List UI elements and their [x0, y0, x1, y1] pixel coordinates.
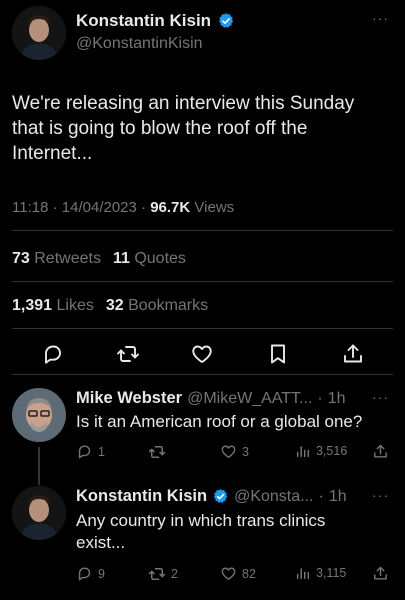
reply-tweet[interactable]: Konstantin Kisin @Konsta... · 1h ··· Any…	[0, 485, 405, 600]
meta-separator: ·	[141, 199, 147, 216]
meta-separator: ·	[52, 199, 58, 216]
likes-count: 1,391	[12, 297, 53, 314]
author-handle[interactable]: @KonstantinKisin	[76, 35, 203, 53]
reply-separator: ·	[318, 487, 324, 505]
views-button[interactable]: 3,516	[295, 443, 347, 459]
retweets-count: 73	[12, 250, 30, 267]
like-icon	[220, 443, 237, 460]
like-button[interactable]: 3	[220, 443, 249, 460]
reply-count: 1	[98, 444, 105, 459]
retweet-icon	[148, 565, 166, 583]
quotes-label: Quotes	[134, 250, 186, 267]
reply-icon	[76, 443, 93, 460]
reply-author-name[interactable]: Konstantin Kisin	[76, 487, 207, 506]
main-tweet: Konstantin Kisin @KonstantinKisin ··· We…	[0, 0, 405, 375]
reply-icon	[76, 565, 93, 582]
reply-action-bar: 9 2 82 3,115	[76, 565, 396, 585]
divider	[12, 230, 393, 231]
like-count: 82	[242, 566, 256, 581]
verified-badge-icon	[217, 12, 235, 30]
quotes-count: 11	[112, 250, 130, 267]
author-avatar[interactable]	[12, 6, 66, 60]
reply-author-handle[interactable]: @Konsta...	[234, 488, 313, 506]
share-icon	[372, 565, 389, 582]
bookmark-icon[interactable]	[266, 342, 290, 366]
tweet-date: 14/04/2023	[61, 199, 137, 216]
retweet-icon[interactable]	[116, 342, 140, 366]
share-button[interactable]	[372, 443, 389, 460]
reply-time[interactable]: 1h	[329, 488, 347, 506]
reply-text: Is it an American roof or a global one?	[76, 412, 363, 431]
reply-author-handle[interactable]: @MikeW_AATT...	[187, 390, 312, 408]
reply-author-avatar[interactable]	[12, 486, 66, 540]
reply-button[interactable]: 1	[76, 443, 105, 460]
reply-icon[interactable]	[41, 342, 65, 366]
tweet-action-bar	[0, 342, 405, 368]
quotes-stat[interactable]: 11 Quotes	[113, 250, 186, 268]
view-count: 3,516	[316, 444, 348, 458]
reply-tweet[interactable]: Mike Webster @MikeW_AATT... · 1h ··· Is …	[0, 375, 405, 485]
thread-line	[38, 447, 40, 485]
share-button[interactable]	[372, 565, 389, 582]
reply-count: 9	[98, 566, 105, 581]
reply-author-name[interactable]: Mike Webster	[76, 389, 182, 408]
retweet-count: 2	[171, 567, 178, 581]
views-button[interactable]: 3,115	[295, 565, 346, 581]
bookmarks-label: Bookmarks	[128, 297, 209, 314]
reply-button[interactable]: 9	[76, 565, 105, 582]
like-button[interactable]: 82	[220, 565, 256, 582]
bookmarks-stat[interactable]: 32 Bookmarks	[106, 297, 208, 315]
views-label: Views	[194, 199, 235, 216]
reply-time[interactable]: 1h	[328, 390, 346, 408]
share-icon[interactable]	[341, 342, 365, 366]
likes-stat[interactable]: 1,391 Likes	[12, 297, 94, 315]
like-count: 3	[242, 444, 249, 459]
author-name[interactable]: Konstantin Kisin	[76, 11, 211, 31]
like-icon	[220, 565, 237, 582]
engagement-stats-row-1: 73 Retweets 11 Quotes	[12, 250, 186, 268]
tweet-text: We're releasing an interview this Sunday…	[12, 93, 355, 164]
more-icon[interactable]: ···	[372, 10, 389, 26]
tweet-metadata: 11:18 · 14/04/2023 · 96.7K Views	[12, 199, 234, 216]
reply-separator: ·	[317, 389, 323, 407]
share-icon	[372, 443, 389, 460]
views-icon	[295, 565, 311, 581]
more-icon[interactable]: ···	[372, 487, 389, 503]
divider	[12, 328, 393, 329]
reply-action-bar: 1 3 3,516	[76, 443, 396, 463]
retweet-icon	[148, 443, 166, 461]
views-count: 96.7K	[150, 199, 191, 216]
engagement-stats-row-2: 1,391 Likes 32 Bookmarks	[12, 297, 208, 315]
retweet-button[interactable]: 2	[148, 565, 178, 583]
divider	[12, 281, 393, 282]
retweet-button[interactable]	[148, 443, 171, 461]
more-icon[interactable]: ···	[372, 389, 389, 405]
retweets-stat[interactable]: 73 Retweets	[12, 250, 101, 268]
retweets-label: Retweets	[34, 250, 101, 267]
likes-label: Likes	[56, 297, 94, 314]
reply-author-avatar[interactable]	[12, 388, 66, 442]
verified-badge-icon	[212, 488, 229, 505]
reply-text: Any country in which trans clinics exist…	[76, 511, 326, 552]
tweet-time: 11:18	[12, 199, 49, 216]
bookmarks-count: 32	[105, 297, 124, 314]
views-icon	[295, 443, 311, 459]
like-icon[interactable]	[190, 342, 214, 366]
view-count: 3,115	[316, 566, 347, 580]
